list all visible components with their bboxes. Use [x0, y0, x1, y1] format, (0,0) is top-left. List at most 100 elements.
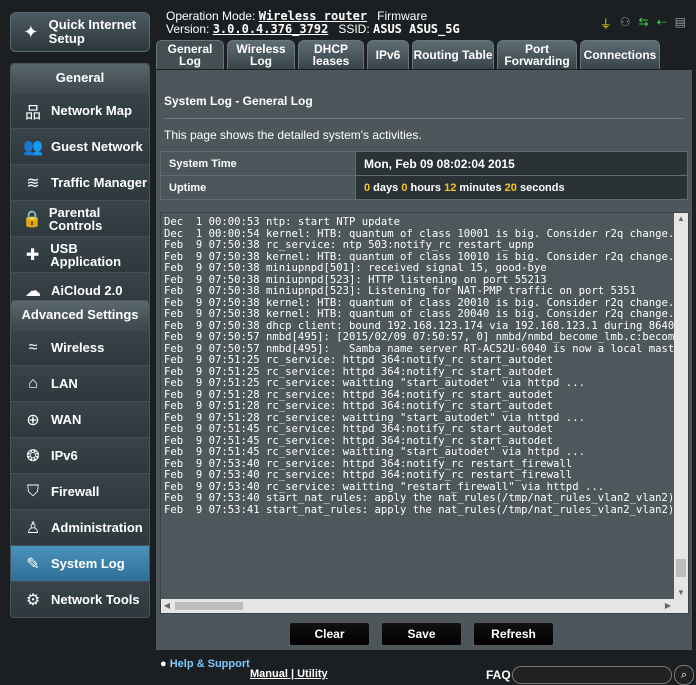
guest-network-icon: 👥 — [23, 138, 43, 156]
main-panel: System Log - General Log This page shows… — [156, 70, 692, 650]
log-line: Feb 9 07:51:28 rc_service: httpd 364:not… — [164, 400, 554, 412]
sidebar-item-label: Parental Controls — [48, 204, 103, 233]
uptime-seconds: 20 — [504, 181, 517, 194]
log-line: Feb 9 07:51:45 rc_service: httpd 364:not… — [164, 423, 554, 435]
sidebar-item-label: Administration — [51, 520, 143, 535]
horizontal-scroll-thumb[interactable] — [175, 602, 243, 610]
sidebar-item-firewall[interactable]: ⛉ Firewall — [11, 473, 149, 509]
sidebar-item-wan[interactable]: ⊕ WAN — [11, 401, 149, 437]
quick-internet-setup-button[interactable]: ✦ Quick Internet Setup — [10, 12, 150, 52]
refresh-button[interactable]: Refresh — [473, 622, 554, 646]
link-separator: | — [287, 668, 298, 680]
sidebar-item-ipv6[interactable]: ❂ IPv6 — [11, 437, 149, 473]
manual-link[interactable]: Manual — [250, 668, 288, 680]
log-line: Feb 9 07:51:25 rc_service: waitting "sta… — [164, 377, 585, 389]
uptime-seconds-label: seconds — [516, 181, 565, 194]
general-menu: General 品 Network Map 👥 Guest Network ≋ … — [10, 63, 150, 309]
lock-icon: 🔒 — [21, 210, 42, 228]
help-support-label: Help & Support — [169, 658, 250, 670]
log-icon: ✎ — [26, 555, 40, 573]
footer-links: Manual | Utility — [250, 668, 328, 680]
firmware-label: Firmware — [377, 9, 428, 23]
sidebar-item-wireless[interactable]: ≈ Wireless — [11, 329, 149, 365]
log-textarea[interactable]: Dec 1 00:00:53 ntp: start NTP update Dec … — [160, 212, 689, 614]
log-actions: Clear Save Refresh — [289, 622, 554, 646]
sidebar-item-label: Traffic Manager — [51, 175, 148, 190]
version-label: Version: — [166, 22, 210, 36]
sidebar-item-label: WAN — [51, 412, 82, 427]
tab-routing-table[interactable]: Routing Table — [412, 40, 494, 69]
tab-ipv6[interactable]: IPv6 — [367, 40, 409, 69]
puzzle-icon: ✚ — [25, 246, 40, 264]
firmware-version-link[interactable]: 3.0.0.4.376_3792 — [213, 22, 329, 36]
utility-link[interactable]: Utility — [297, 668, 328, 680]
sidebar-item-system-log[interactable]: ✎ System Log — [11, 545, 149, 581]
sidebar-item-administration[interactable]: ♙ Administration — [11, 509, 149, 545]
sidebar-item-guest-network[interactable]: 👥 Guest Network — [11, 128, 149, 164]
sidebar-item-label: LAN — [51, 376, 78, 391]
tab-port-forwarding[interactable]: Port Forwarding — [497, 40, 577, 69]
search-icon[interactable]: ⌕ — [674, 665, 694, 685]
tools-icon: ⚙ — [25, 591, 41, 609]
tab-dhcp-leases[interactable]: DHCP leases — [298, 40, 364, 69]
sidebar-item-lan[interactable]: ⌂ LAN — [11, 365, 149, 401]
scroll-down-icon[interactable]: ▼ — [674, 587, 688, 599]
resize-grip-icon[interactable] — [674, 599, 688, 613]
sidebar-item-network-map[interactable]: 品 Network Map — [11, 92, 149, 128]
faq-label: FAQ — [486, 668, 511, 682]
help-support: ● Help & Support — [160, 659, 250, 670]
globe-icon: ⊕ — [26, 411, 40, 429]
vertical-scroll-thumb[interactable] — [676, 559, 686, 577]
ssid-value: ASUS ASUS_5G — [373, 22, 460, 36]
guest-status-icon[interactable]: ⚇ — [620, 15, 631, 32]
uptime-minutes-label: minutes — [456, 181, 505, 194]
sidebar-item-usb-application[interactable]: ✚ USB Application — [11, 236, 149, 272]
sidebar-item-network-tools[interactable]: ⚙ Network Tools — [11, 581, 149, 617]
sidebar-item-label: Network Tools — [51, 592, 140, 607]
cloud-icon: ☁ — [25, 282, 41, 300]
vertical-scrollbar[interactable]: ▲ ▼ — [674, 213, 688, 599]
wifi-icon: ≈ — [28, 338, 38, 356]
uptime-days-label: days — [370, 181, 402, 194]
sidebar-item-label: IPv6 — [51, 448, 78, 463]
scroll-right-icon[interactable]: ▶ — [662, 599, 674, 613]
save-button[interactable]: Save — [381, 622, 462, 646]
quick-internet-setup-label: Quick Internet Setup — [48, 17, 137, 46]
sidebar-item-label: Firewall — [51, 484, 100, 499]
page-title: System Log - General Log — [164, 94, 313, 108]
horizontal-scrollbar[interactable]: ◀ ▶ — [161, 599, 674, 613]
router-info: Operation Mode: Wireless router Firmware… — [166, 10, 460, 36]
log-line: Dec 1 00:00:53 ntp: start NTP update — [164, 217, 400, 228]
user-icon: ♙ — [25, 519, 41, 537]
network-map-icon: 品 — [24, 104, 41, 122]
log-line: Feb 9 07:51:45 rc_service: waitting "sta… — [164, 446, 585, 458]
uptime-hours-label: hours — [407, 181, 445, 194]
scroll-up-icon[interactable]: ▲ — [674, 213, 688, 225]
clear-button[interactable]: Clear — [289, 622, 370, 646]
status-icons: ⏚ ⚇ ⇆ ⇠ ▤ — [600, 15, 686, 32]
log-lines: Dec 1 00:00:53 ntp: start NTP update Dec … — [164, 217, 674, 516]
sidebar-item-label: Wireless — [51, 340, 105, 355]
system-time-label: System Time — [160, 151, 356, 176]
op-mode-link[interactable]: Wireless router — [259, 9, 367, 23]
advanced-menu: Advanced Settings ≈ Wireless ⌂ LAN ⊕ WAN… — [10, 300, 150, 618]
usb-status-icon[interactable]: ⏚ — [600, 15, 612, 32]
sidebar-item-label: Network Map — [51, 103, 132, 118]
tab-general-log[interactable]: General Log — [156, 40, 224, 69]
tab-wireless-log[interactable]: Wireless Log — [227, 40, 295, 69]
help-icon: ● — [160, 658, 167, 670]
tab-connections[interactable]: Connections — [580, 40, 660, 69]
scroll-left-icon[interactable]: ◀ — [161, 599, 173, 613]
log-line: Feb 9 07:53:41 start_nat_rules: apply th… — [164, 503, 674, 516]
faq-search-input[interactable] — [512, 666, 672, 684]
sidebar: ✦ Quick Internet Setup General 品 Network… — [0, 0, 150, 682]
magic-wand-icon: ✦ — [23, 22, 39, 42]
sidebar-item-parental-controls[interactable]: 🔒 Parental Controls — [11, 200, 149, 236]
ethernet-status-icon[interactable]: ⇠ — [657, 15, 667, 32]
sidebar-item-label: System Log — [51, 556, 125, 571]
sidebar-item-traffic-manager[interactable]: ≋ Traffic Manager — [11, 164, 149, 200]
printer-status-icon[interactable]: ▤ — [675, 15, 686, 32]
traffic-manager-icon: ≋ — [26, 174, 40, 192]
log-line: Feb 9 07:53:40 start_nat_rules: apply th… — [164, 492, 674, 504]
sync-status-icon[interactable]: ⇆ — [639, 15, 649, 32]
